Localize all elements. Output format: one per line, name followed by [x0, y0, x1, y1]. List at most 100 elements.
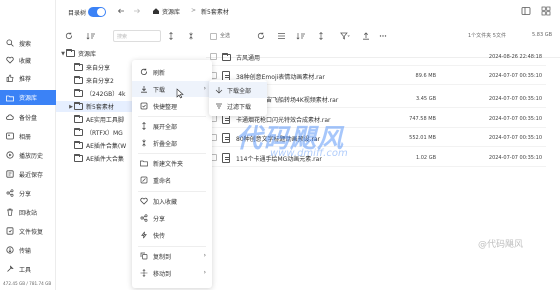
- sidebar-item-tools[interactable]: 工具: [0, 262, 56, 276]
- arrow-right-icon: [133, 7, 141, 15]
- chevron-right-icon: ›: [203, 252, 206, 259]
- tree-item-root[interactable]: ▼ 资源库: [56, 48, 203, 59]
- sidebar-item-label: 分享: [19, 190, 32, 198]
- breadcrumb-separator: >: [191, 7, 197, 14]
- forward-button[interactable]: [132, 6, 142, 16]
- more-button[interactable]: [378, 31, 388, 41]
- menu-item-label: 快捷整理: [153, 103, 178, 111]
- menu-item-expand-all[interactable]: 展开全部: [132, 118, 212, 134]
- sidebar-item-play-history[interactable]: 播放历史: [0, 148, 56, 162]
- menu-item-download[interactable]: 下载 ›: [132, 81, 212, 97]
- tree-refresh-button[interactable]: [64, 31, 74, 41]
- file-row[interactable]: 古风通用 2024-08-26 22:48:18: [206, 48, 546, 66]
- sidebar-item-label: 播放历史: [19, 152, 44, 160]
- context-menu: 刷新 下载 › 快捷整理 展开全部 折叠全部 新建文件夹 重命名 加入收藏 分享…: [132, 60, 212, 288]
- breadcrumb-current[interactable]: 新5套素材: [201, 7, 229, 16]
- menu-item-quick-transfer[interactable]: 快传: [132, 227, 212, 243]
- tree-item-label: （242GB）4k: [86, 91, 126, 98]
- menu-item-favorite[interactable]: 加入收藏: [132, 193, 212, 209]
- file-date: 2024-07-07 00:35:10: [488, 73, 542, 79]
- menu-item-copy-to[interactable]: 复制到 ›: [132, 248, 212, 264]
- tree-collapse-button[interactable]: [186, 31, 196, 41]
- row-checkbox[interactable]: [210, 53, 217, 60]
- menu-item-filter-download[interactable]: 过滤下载: [209, 98, 267, 114]
- sidebar-item-share[interactable]: 分享: [0, 186, 56, 200]
- file-date: 2024-07-07 00:35:10: [488, 155, 542, 161]
- chevron-right-icon: ›: [203, 85, 206, 92]
- expand-vertical-icon: [317, 32, 325, 40]
- sort-button[interactable]: [296, 31, 306, 41]
- tree-toggle-label: 目录树: [68, 10, 87, 17]
- sidebar-item-label: 传输: [19, 247, 32, 255]
- tree-sort-button[interactable]: [86, 31, 96, 41]
- menu-item-new-folder[interactable]: 新建文件夹: [132, 155, 212, 171]
- move-icon: [140, 269, 148, 277]
- menu-item-share[interactable]: 分享: [132, 210, 212, 226]
- sidebar-item-backup[interactable]: 备份盘: [0, 110, 56, 124]
- sidebar-item-recent[interactable]: 最近保存: [0, 167, 56, 181]
- filter-download-icon: [215, 102, 223, 110]
- sidebar-item-favorites[interactable]: 收藏: [0, 53, 56, 67]
- menu-item-label: 新建文件夹: [153, 160, 184, 168]
- menu-item-label: 复制到: [153, 253, 172, 261]
- menu-item-collapse-all[interactable]: 折叠全部: [132, 135, 212, 151]
- folder-icon: [74, 88, 83, 97]
- sidebar-item-label: 最近保存: [19, 171, 44, 179]
- menu-item-rename[interactable]: 重命名: [132, 172, 212, 188]
- sidebar-item-label: 搜索: [19, 40, 32, 48]
- expand-button[interactable]: [316, 31, 326, 41]
- menu-item-move-to[interactable]: 移动到 ›: [132, 265, 212, 281]
- tree-expand-button[interactable]: [166, 31, 176, 41]
- sidebar-item-label: 资源库: [19, 95, 38, 102]
- sidebar-item-transfer[interactable]: 传输: [0, 243, 56, 257]
- sidebar-item-recommend[interactable]: 推荐: [0, 71, 56, 85]
- breadcrumb-root[interactable]: 资源库: [162, 7, 180, 16]
- sidebar-item-search[interactable]: 搜索: [0, 36, 56, 50]
- home-button[interactable]: [151, 6, 161, 16]
- trash-icon: [6, 208, 14, 216]
- view-mode-button[interactable]: [276, 31, 286, 41]
- upload-button[interactable]: [361, 31, 371, 41]
- sidebar-item-label: 推荐: [19, 75, 32, 83]
- download-all-icon: [215, 86, 223, 94]
- tools-icon: [6, 265, 14, 273]
- arrow-left-icon: [117, 7, 125, 15]
- sidebar-item-album[interactable]: 相册: [0, 129, 56, 143]
- thumbs-up-icon: [6, 74, 14, 82]
- menu-item-label: 折叠全部: [153, 140, 178, 148]
- menu-item-label: 移动到: [153, 270, 172, 278]
- filter-button[interactable]: [340, 31, 350, 41]
- folder-icon: [74, 75, 83, 84]
- sidebar-item-trash[interactable]: 回收站: [0, 205, 56, 219]
- sidebar-item-library[interactable]: 资源库: [0, 90, 56, 105]
- file-size: 1.02 GB: [415, 155, 436, 161]
- select-all-label[interactable]: 全选: [220, 32, 230, 39]
- select-all-checkbox[interactable]: [208, 31, 218, 41]
- grid-view-button[interactable]: [540, 5, 552, 17]
- menu-item-organize[interactable]: 快捷整理: [132, 98, 212, 114]
- menu-item-label: 分享: [153, 215, 166, 223]
- tree-item-label: AE插件合集(W: [86, 143, 127, 150]
- list-view-icon: [277, 32, 286, 40]
- tree-toggle-switch[interactable]: [88, 7, 106, 17]
- layout-button[interactable]: [520, 5, 532, 17]
- folder-icon: [222, 52, 234, 61]
- home-icon: [152, 7, 160, 15]
- play-history-icon: [6, 151, 14, 159]
- tree-item-label: （RTFX）MG: [86, 130, 123, 137]
- sidebar-item-label: 工具: [19, 266, 32, 274]
- copy-icon: [140, 252, 148, 260]
- folder-icon: [74, 62, 83, 71]
- back-button[interactable]: [116, 6, 126, 16]
- quick-transfer-icon: [140, 231, 148, 239]
- storage-usage: 472.45 GB / 781.74 GB: [3, 281, 52, 286]
- file-size: 89.6 MB: [415, 73, 436, 79]
- file-date: 2024-07-07 00:35:10: [488, 135, 542, 141]
- tree-search-input[interactable]: 搜索: [113, 30, 161, 42]
- menu-item-refresh[interactable]: 刷新: [132, 64, 212, 80]
- sidebar-item-restore[interactable]: 文件恢复: [0, 224, 56, 238]
- file-size: 3.45 GB: [415, 96, 436, 102]
- refresh-button[interactable]: [256, 31, 266, 41]
- menu-item-download-all[interactable]: 下载全部: [209, 82, 267, 98]
- watermark-url: www.dmiff.com: [270, 148, 348, 159]
